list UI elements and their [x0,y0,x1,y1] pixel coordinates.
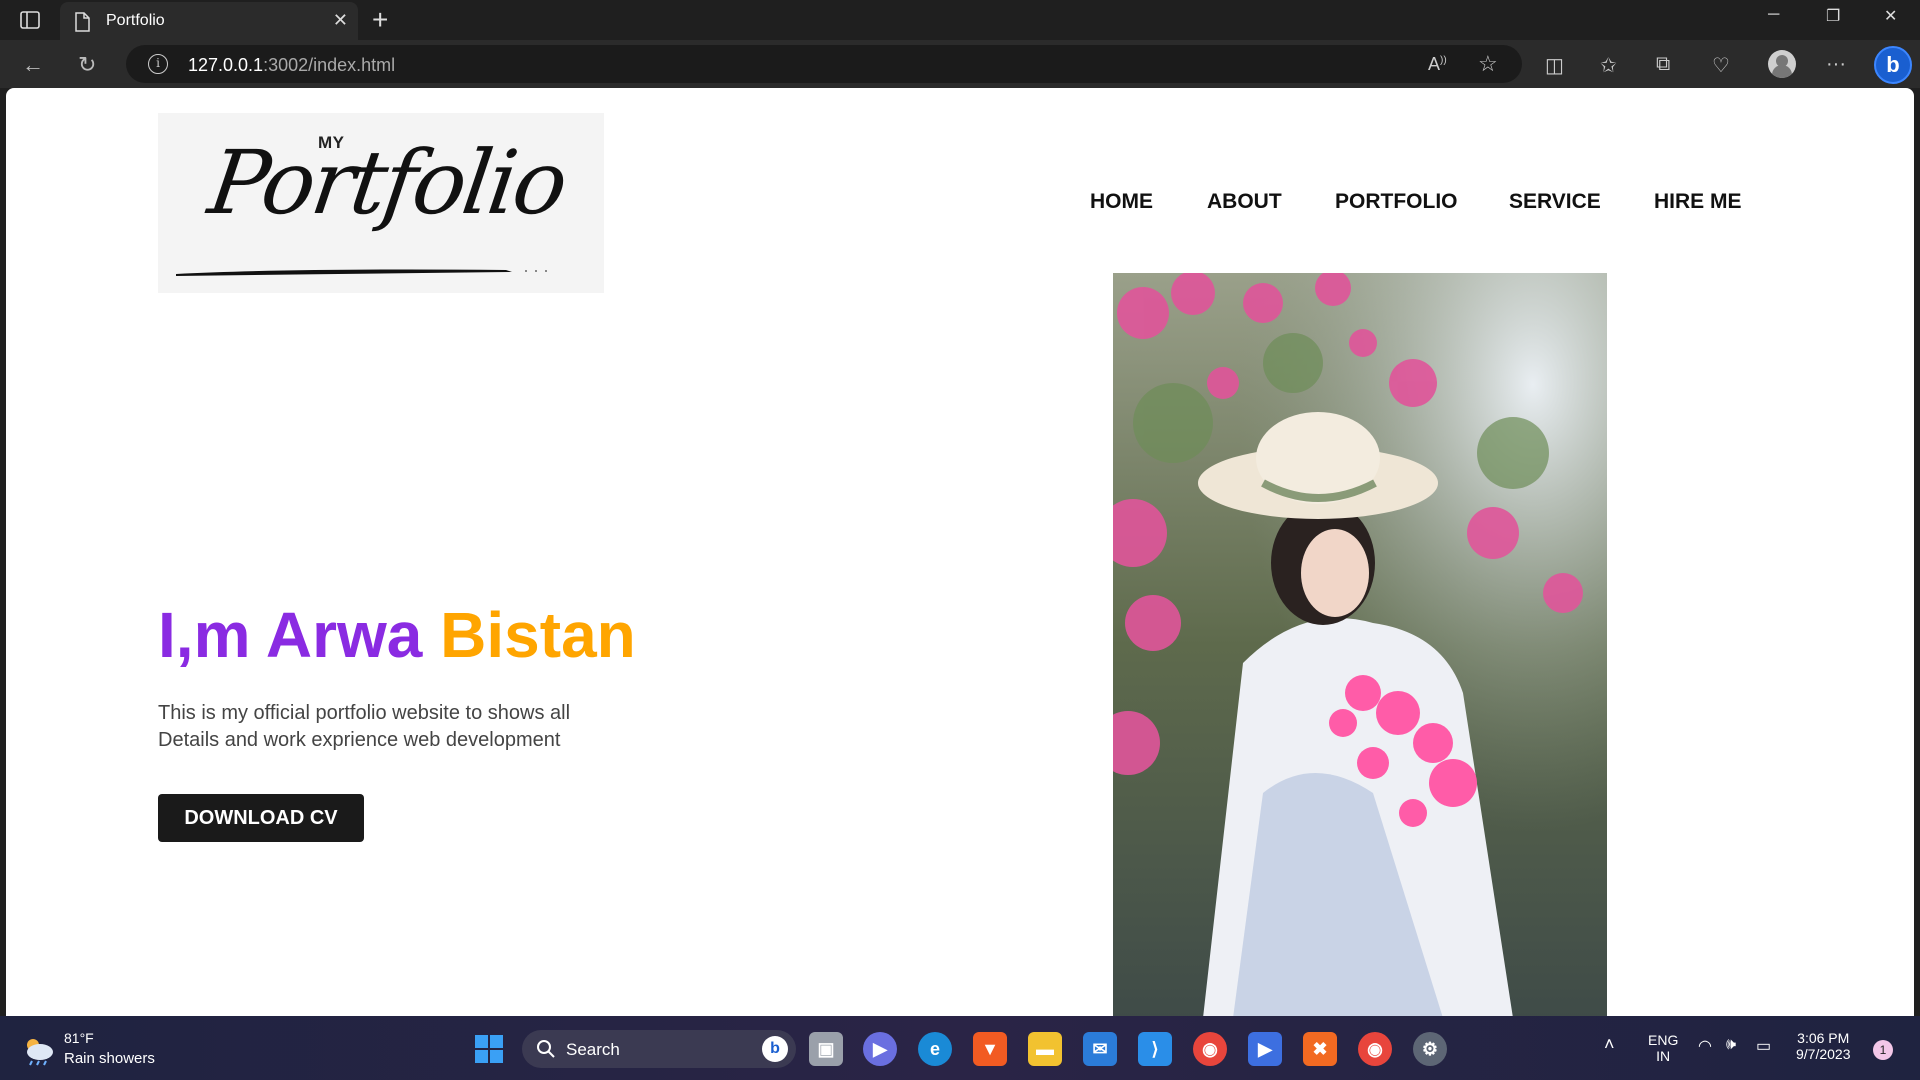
logo-brush-stroke [176,269,547,276]
clock-time: 3:06 PM [1797,1030,1850,1046]
hero-desc-line-2: Details and work exprience web developme… [158,729,561,751]
minimize-icon[interactable]: ─ [1768,6,1779,24]
favorite-star-icon[interactable]: ☆ [1478,51,1498,77]
media-player-icon[interactable]: ▶ [1248,1032,1282,1066]
browser-tab[interactable]: Portfolio ✕ [60,2,358,40]
volume-icon[interactable]: 🕪 [1726,1036,1736,1054]
browser-tab-bar: Portfolio ✕ + ─ ❐ ✕ [0,0,1920,40]
clock[interactable]: 3:06 PM 9/7/2023 [1796,1030,1851,1062]
bing-copilot-icon[interactable]: b [1874,46,1912,84]
window-close-icon[interactable]: ✕ [1884,6,1897,26]
start-windows-icon[interactable] [472,1032,506,1066]
teams-chat-icon[interactable]: ▶ [863,1032,897,1066]
site-logo[interactable]: MY Portfolio [158,113,604,293]
url-text[interactable]: 127.0.0.1:3002/index.html [188,55,395,76]
browser-essentials-icon[interactable]: ♡ [1712,53,1730,78]
tab-title: Portfolio [106,12,165,29]
xampp-icon[interactable]: ✖ [1303,1032,1337,1066]
nav-home[interactable]: HOME [1090,190,1153,214]
rain-cloud-icon [27,1039,53,1066]
windows-taskbar: 81°F Rain showers Search b ▣ ▶ e ▼ ▬ ✉ ⟩… [0,1016,1920,1080]
nav-about[interactable]: ABOUT [1207,190,1282,214]
taskbar-search[interactable]: Search b [522,1030,796,1068]
profile-avatar[interactable] [1768,50,1796,78]
language-indicator[interactable]: ENG IN [1648,1032,1678,1064]
hero-name-last: Bistan [440,599,636,671]
tab-actions-icon[interactable] [18,10,42,30]
wifi-icon[interactable]: ◠ [1698,1036,1712,1056]
hero-heading: I,m Arwa Bistan [158,598,636,672]
chrome-icon[interactable]: ◉ [1193,1032,1227,1066]
hero-desc-line-1: This is my official portfolio website to… [158,702,571,724]
weather-condition: Rain showers [64,1050,155,1067]
address-bar-row: ← ↻ i 127.0.0.1:3002/index.html A)) ☆ ◫ … [0,40,1920,88]
web-page: MY Portfolio HOME ABOUT PORTFOLIO SERVIC… [6,88,1914,1016]
download-cv-button[interactable]: DOWNLOAD CV [158,794,364,842]
back-icon[interactable]: ← [22,52,44,78]
read-aloud-icon[interactable]: A)) [1428,54,1447,75]
restore-icon[interactable]: ❐ [1826,6,1840,26]
hero-name-first: I,m Arwa [158,599,423,671]
new-tab-button[interactable]: + [372,4,388,36]
bing-search-icon: b [762,1036,788,1062]
mail-icon[interactable]: ✉ [1083,1032,1117,1066]
brave-icon[interactable]: ▼ [973,1032,1007,1066]
edge-icon[interactable]: e [918,1032,952,1066]
nav-service[interactable]: SERVICE [1509,190,1601,214]
vscode-icon[interactable]: ⟩ [1138,1032,1172,1066]
hero-description: This is my official portfolio website to… [158,700,638,754]
settings-gear-icon[interactable]: ⚙ [1413,1032,1447,1066]
nav-hire-me[interactable]: HIRE ME [1654,190,1742,214]
hero-photo [1113,273,1607,1016]
refresh-icon[interactable]: ↻ [78,52,96,78]
collections-icon[interactable]: ⧉ [1656,53,1670,76]
split-screen-icon[interactable]: ◫ [1545,53,1564,78]
file-explorer-icon[interactable]: ▬ [1028,1032,1062,1066]
notification-badge[interactable]: 1 [1873,1040,1893,1060]
weather-temp: 81°F [64,1030,94,1046]
logo-script-text: Portfolio [202,131,572,234]
site-info-icon[interactable]: i [148,54,168,74]
tray-overflow-chevron-icon[interactable]: ˄ [1604,1034,1615,1055]
search-label: Search [566,1040,620,1059]
document-icon [74,12,90,37]
more-options-icon[interactable]: ··· [1826,53,1846,76]
close-tab-icon[interactable]: ✕ [333,10,348,31]
address-bar[interactable]: i 127.0.0.1:3002/index.html A)) ☆ [126,45,1522,83]
battery-icon[interactable]: ▭ [1756,1036,1771,1056]
weather-widget[interactable]: 81°F Rain showers [22,1030,162,1070]
chrome-profile-icon[interactable]: ◉ [1358,1032,1392,1066]
clock-date: 9/7/2023 [1796,1046,1851,1062]
task-view-icon[interactable]: ▣ [809,1032,843,1066]
nav-portfolio[interactable]: PORTFOLIO [1335,190,1458,214]
search-icon [537,1040,555,1058]
favorites-icon[interactable]: ✩ [1600,53,1617,78]
